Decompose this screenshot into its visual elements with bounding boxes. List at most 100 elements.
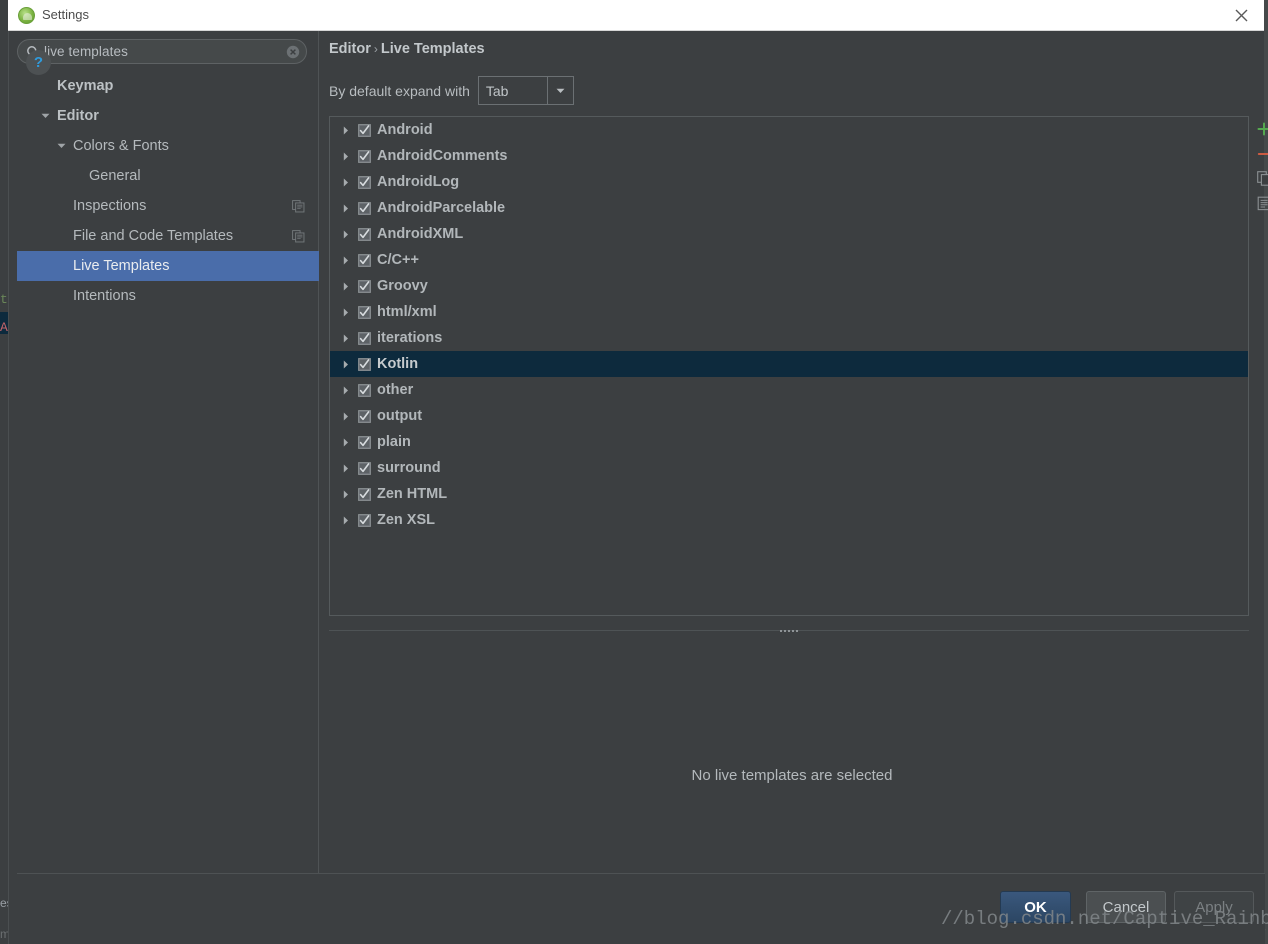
checkbox-checked-icon[interactable]	[354, 331, 374, 345]
chevron-right-icon[interactable]	[338, 490, 354, 499]
sidebar-item-label: Intentions	[73, 288, 136, 304]
template-group-label: iterations	[377, 330, 443, 346]
checkbox-checked-icon[interactable]	[354, 513, 374, 527]
chevron-right-icon[interactable]	[338, 178, 354, 187]
checkbox-checked-icon[interactable]	[354, 253, 374, 267]
chevron-right-icon[interactable]	[338, 412, 354, 421]
checkbox-checked-icon[interactable]	[354, 279, 374, 293]
chevron-right-icon[interactable]	[338, 204, 354, 213]
sidebar-item-intentions[interactable]: Intentions	[17, 281, 319, 311]
template-group-label: Android	[377, 122, 433, 138]
checkbox-checked-icon[interactable]	[354, 149, 374, 163]
template-group-label: surround	[377, 460, 441, 476]
dialog-titlebar: Settings	[8, 0, 1264, 31]
chevron-right-icon[interactable]	[338, 334, 354, 343]
template-group-label: output	[377, 408, 423, 424]
cancel-button[interactable]: Cancel	[1086, 891, 1166, 923]
sidebar-item-file-and-code-templates[interactable]: File and Code Templates	[17, 221, 319, 251]
template-group-row[interactable]: C/C++	[330, 247, 1248, 273]
chevron-right-icon[interactable]	[338, 438, 354, 447]
chevron-right-icon[interactable]	[338, 360, 354, 369]
template-group-row[interactable]: html/xml	[330, 299, 1248, 325]
template-group-row[interactable]: Zen XSL	[330, 507, 1248, 533]
checkbox-checked-icon[interactable]	[354, 123, 374, 137]
template-group-label: C/C++	[377, 252, 419, 268]
android-studio-icon	[18, 7, 35, 24]
checkbox-checked-icon[interactable]	[354, 409, 374, 423]
template-group-row[interactable]: iterations	[330, 325, 1248, 351]
chevron-right-icon[interactable]	[338, 282, 354, 291]
template-group-row[interactable]: AndroidComments	[330, 143, 1248, 169]
checkbox-checked-icon[interactable]	[354, 383, 374, 397]
chevron-down-icon[interactable]	[39, 110, 51, 122]
close-icon[interactable]	[1218, 0, 1264, 30]
template-group-row[interactable]: output	[330, 403, 1248, 429]
remove-icon[interactable]	[1253, 141, 1268, 166]
dialog-footer	[17, 873, 1265, 944]
chevron-right-icon[interactable]	[338, 256, 354, 265]
sidebar-item-keymap[interactable]: Keymap	[17, 71, 319, 101]
template-group-row[interactable]: AndroidXML	[330, 221, 1248, 247]
template-group-row[interactable]: surround	[330, 455, 1248, 481]
sidebar-item-inspections[interactable]: Inspections	[17, 191, 319, 221]
chevron-right-icon[interactable]	[338, 386, 354, 395]
dialog-title: Settings	[42, 7, 89, 22]
template-group-row[interactable]: Android	[330, 117, 1248, 143]
empty-state-message: No live templates are selected	[691, 767, 893, 784]
checkbox-checked-icon[interactable]	[354, 357, 374, 371]
checkbox-checked-icon[interactable]	[354, 435, 374, 449]
chevron-right-icon[interactable]	[338, 126, 354, 135]
checkbox-checked-icon[interactable]	[354, 461, 374, 475]
sidebar-item-editor[interactable]: Editor	[17, 101, 319, 131]
sidebar-item-general[interactable]: General	[17, 161, 319, 191]
sidebar-item-label: Editor	[57, 108, 99, 124]
template-group-row[interactable]: Kotlin	[330, 351, 1248, 377]
template-group-label: Kotlin	[377, 356, 419, 372]
clear-icon[interactable]	[286, 45, 300, 59]
template-group-row[interactable]: AndroidParcelable	[330, 195, 1248, 221]
checkbox-checked-icon[interactable]	[354, 227, 374, 241]
add-icon[interactable]	[1253, 116, 1268, 141]
help-button[interactable]: ?	[26, 50, 51, 75]
chevron-right-icon[interactable]	[338, 230, 354, 239]
search-input[interactable]: live templates	[17, 39, 307, 64]
ok-button[interactable]: OK	[1000, 891, 1071, 923]
sidebar-item-live-templates[interactable]: Live Templates	[17, 251, 319, 281]
template-group-label: Zen XSL	[377, 512, 436, 528]
template-group-label: AndroidComments	[377, 148, 508, 164]
apply-button[interactable]: Apply	[1174, 891, 1254, 923]
chevron-right-icon[interactable]	[338, 464, 354, 473]
template-group-row[interactable]: AndroidLog	[330, 169, 1248, 195]
template-group-label: Zen HTML	[377, 486, 448, 502]
checkbox-checked-icon[interactable]	[354, 175, 374, 189]
panel-splitter[interactable]	[329, 627, 1249, 635]
chevron-down-icon[interactable]	[546, 77, 573, 104]
sidebar-item-label: File and Code Templates	[73, 228, 234, 244]
live-templates-panel: Editor › Live Templates By default expand …	[319, 31, 1268, 873]
expand-with-select[interactable]: Tab	[477, 76, 574, 105]
chevron-down-icon[interactable]	[55, 140, 67, 152]
sidebar-item-label: Live Templates	[73, 258, 170, 274]
sidebar-item-label: Keymap	[57, 78, 114, 94]
template-group-label: other	[377, 382, 414, 398]
chevron-right-icon[interactable]	[338, 308, 354, 317]
template-group-row[interactable]: other	[330, 377, 1248, 403]
change-context-icon[interactable]	[1253, 191, 1268, 216]
checkbox-checked-icon[interactable]	[354, 201, 374, 215]
breadcrumb-current: Live Templates	[380, 41, 485, 57]
breadcrumb-parent: Editor	[329, 41, 371, 57]
template-group-row[interactable]: Groovy	[330, 273, 1248, 299]
sidebar-item-label: General	[89, 168, 141, 184]
settings-tree[interactable]: Keymap Editor Colors & Fonts General Inspect…	[17, 71, 319, 311]
sidebar-item-colors-fonts[interactable]: Colors & Fonts	[17, 131, 319, 161]
splitter-handle[interactable]	[780, 630, 798, 632]
template-group-row[interactable]: plain	[330, 429, 1248, 455]
checkbox-checked-icon[interactable]	[354, 305, 374, 319]
chevron-right-icon[interactable]	[338, 516, 354, 525]
template-group-row[interactable]: Zen HTML	[330, 481, 1248, 507]
chevron-right-icon[interactable]	[338, 152, 354, 161]
template-groups-list[interactable]: Android AndroidComments AndroidLog AndroidP…	[329, 116, 1249, 616]
expand-with-label: By default expand with	[329, 82, 470, 99]
checkbox-checked-icon[interactable]	[354, 487, 374, 501]
duplicate-icon[interactable]	[1253, 166, 1268, 191]
